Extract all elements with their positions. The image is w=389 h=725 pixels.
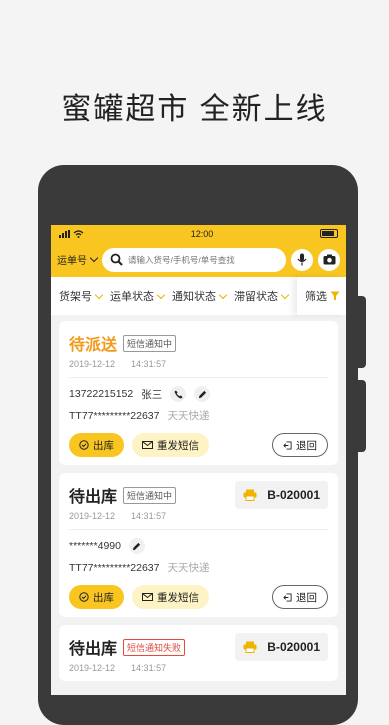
battery-icon	[320, 229, 338, 238]
courier-name: 天天快递	[167, 562, 210, 574]
scan-camera-button[interactable]	[318, 248, 340, 271]
recipient-name: 张三	[141, 388, 163, 401]
return-icon	[283, 440, 292, 450]
shelf-badge: B-020001	[235, 633, 328, 661]
parcel-date: 2019-12-12	[69, 511, 116, 521]
parcel-datetime: 2019-12-12 14:31:57	[69, 511, 328, 521]
filter-notify-status[interactable]: 通知状态	[172, 288, 228, 304]
parcel-datetime: 2019-12-12 14:31:57	[69, 663, 328, 673]
order-type-selector[interactable]: 运单号	[57, 252, 99, 267]
call-button[interactable]	[170, 386, 187, 402]
chevron-down-icon	[94, 290, 104, 299]
return-button[interactable]: 退回	[272, 433, 328, 457]
envelope-icon	[142, 441, 153, 449]
filter-waybill-status[interactable]: 运单状态	[110, 288, 166, 304]
microphone-icon	[297, 253, 307, 266]
shelf-number: B-020001	[267, 488, 320, 502]
order-type-label: 运单号	[57, 256, 87, 267]
checkout-button[interactable]: 出库	[69, 585, 124, 609]
recipient-phone: *******4990	[69, 540, 121, 552]
filter-label: 滞留状态	[234, 291, 278, 303]
notify-tag: 短信通知失败	[123, 638, 186, 656]
chevron-down-icon	[89, 253, 99, 263]
filter-label: 通知状态	[172, 291, 216, 303]
chevron-down-icon	[280, 290, 290, 299]
signal-icon	[59, 229, 70, 238]
notify-tag: 短信通知中	[123, 334, 177, 352]
status-bar: 12:00	[51, 225, 346, 242]
tracking-number: TT77*********22637	[69, 562, 160, 574]
top-bar: 运单号	[51, 242, 346, 277]
divider	[69, 529, 328, 530]
resend-sms-label: 重发短信	[157, 439, 199, 452]
resend-sms-label: 重发短信	[157, 591, 199, 604]
parcel-time: 14:31:57	[131, 359, 167, 369]
return-icon	[283, 592, 292, 602]
checkout-button[interactable]: 出库	[69, 433, 124, 457]
return-label: 退回	[296, 591, 317, 604]
filter-label: 运单状态	[110, 291, 154, 303]
headline: 蜜罐超市 全新上线	[61, 93, 328, 126]
divider	[69, 377, 328, 378]
parcel-time: 14:31:57	[131, 511, 167, 521]
filter-shelf[interactable]: 货架号	[59, 288, 104, 304]
return-label: 退回	[296, 439, 317, 452]
parcel-time: 14:31:57	[131, 663, 167, 673]
signal-indicator	[59, 229, 84, 238]
chevron-down-icon	[156, 290, 166, 299]
phone-icon	[174, 389, 183, 399]
printer-icon	[243, 489, 257, 501]
screen-filter-label: 筛选	[305, 291, 327, 303]
search-box[interactable]	[102, 247, 286, 272]
recipient-phone: 13722215152	[69, 388, 134, 400]
edit-button[interactable]	[194, 386, 211, 402]
parcel-state: 待出库	[69, 489, 118, 506]
shelf-badge: B-020001	[235, 481, 328, 509]
edit-button[interactable]	[128, 538, 145, 554]
courier-name: 天天快递	[167, 410, 210, 422]
notify-tag: 短信通知中	[123, 486, 177, 504]
pencil-icon	[133, 542, 141, 550]
check-circle-icon	[79, 440, 89, 450]
camera-icon	[323, 254, 335, 265]
parcel-date: 2019-12-12	[69, 663, 116, 673]
wifi-icon	[73, 229, 84, 238]
chevron-down-icon	[218, 290, 228, 299]
resend-sms-button[interactable]: 重发短信	[132, 433, 209, 457]
checkout-label: 出库	[93, 591, 114, 604]
search-input[interactable]	[128, 254, 278, 265]
voice-search-button[interactable]	[291, 248, 313, 271]
parcel-list: 待派送 短信通知中 2019-12-12 14:31:57 13722215152…	[51, 315, 346, 695]
parcel-state: 待派送	[69, 337, 118, 354]
parcel-card[interactable]: 待出库 短信通知失败 B-020001 2019-12-12 14:31:57	[59, 625, 338, 681]
filter-stranded-status[interactable]: 滞留状态	[234, 288, 290, 304]
status-time: 12:00	[190, 228, 214, 239]
funnel-icon	[330, 291, 340, 301]
return-button[interactable]: 退回	[272, 585, 328, 609]
phone-side-button	[358, 380, 366, 452]
tracking-number: TT77*********22637	[69, 410, 160, 422]
filter-label: 货架号	[59, 291, 92, 303]
tracking-row: TT77*********22637 天天快递	[69, 408, 328, 423]
screen-filter-button[interactable]: 筛选	[297, 277, 346, 315]
tracking-row: TT77*********22637 天天快递	[69, 560, 328, 575]
parcel-card[interactable]: 待派送 短信通知中 2019-12-12 14:31:57 13722215152…	[59, 321, 338, 465]
parcel-card[interactable]: 待出库 短信通知中 B-020001 2019-12-12 14:31:57 **…	[59, 473, 338, 617]
parcel-datetime: 2019-12-12 14:31:57	[69, 359, 328, 369]
printer-icon	[243, 641, 257, 653]
phone-screen: 12:00 运单号 货架号 运单状态 通知状态 滞留状态 筛选	[51, 225, 346, 695]
envelope-icon	[142, 593, 153, 601]
phone-side-button	[358, 296, 366, 368]
search-icon	[110, 253, 123, 266]
shelf-number: B-020001	[267, 640, 320, 654]
checkout-label: 出库	[93, 439, 114, 452]
parcel-state: 待出库	[69, 641, 118, 658]
pencil-icon	[198, 390, 206, 398]
filter-bar: 货架号 运单状态 通知状态 滞留状态 筛选	[51, 277, 346, 315]
check-circle-icon	[79, 592, 89, 602]
parcel-date: 2019-12-12	[69, 359, 116, 369]
resend-sms-button[interactable]: 重发短信	[132, 585, 209, 609]
